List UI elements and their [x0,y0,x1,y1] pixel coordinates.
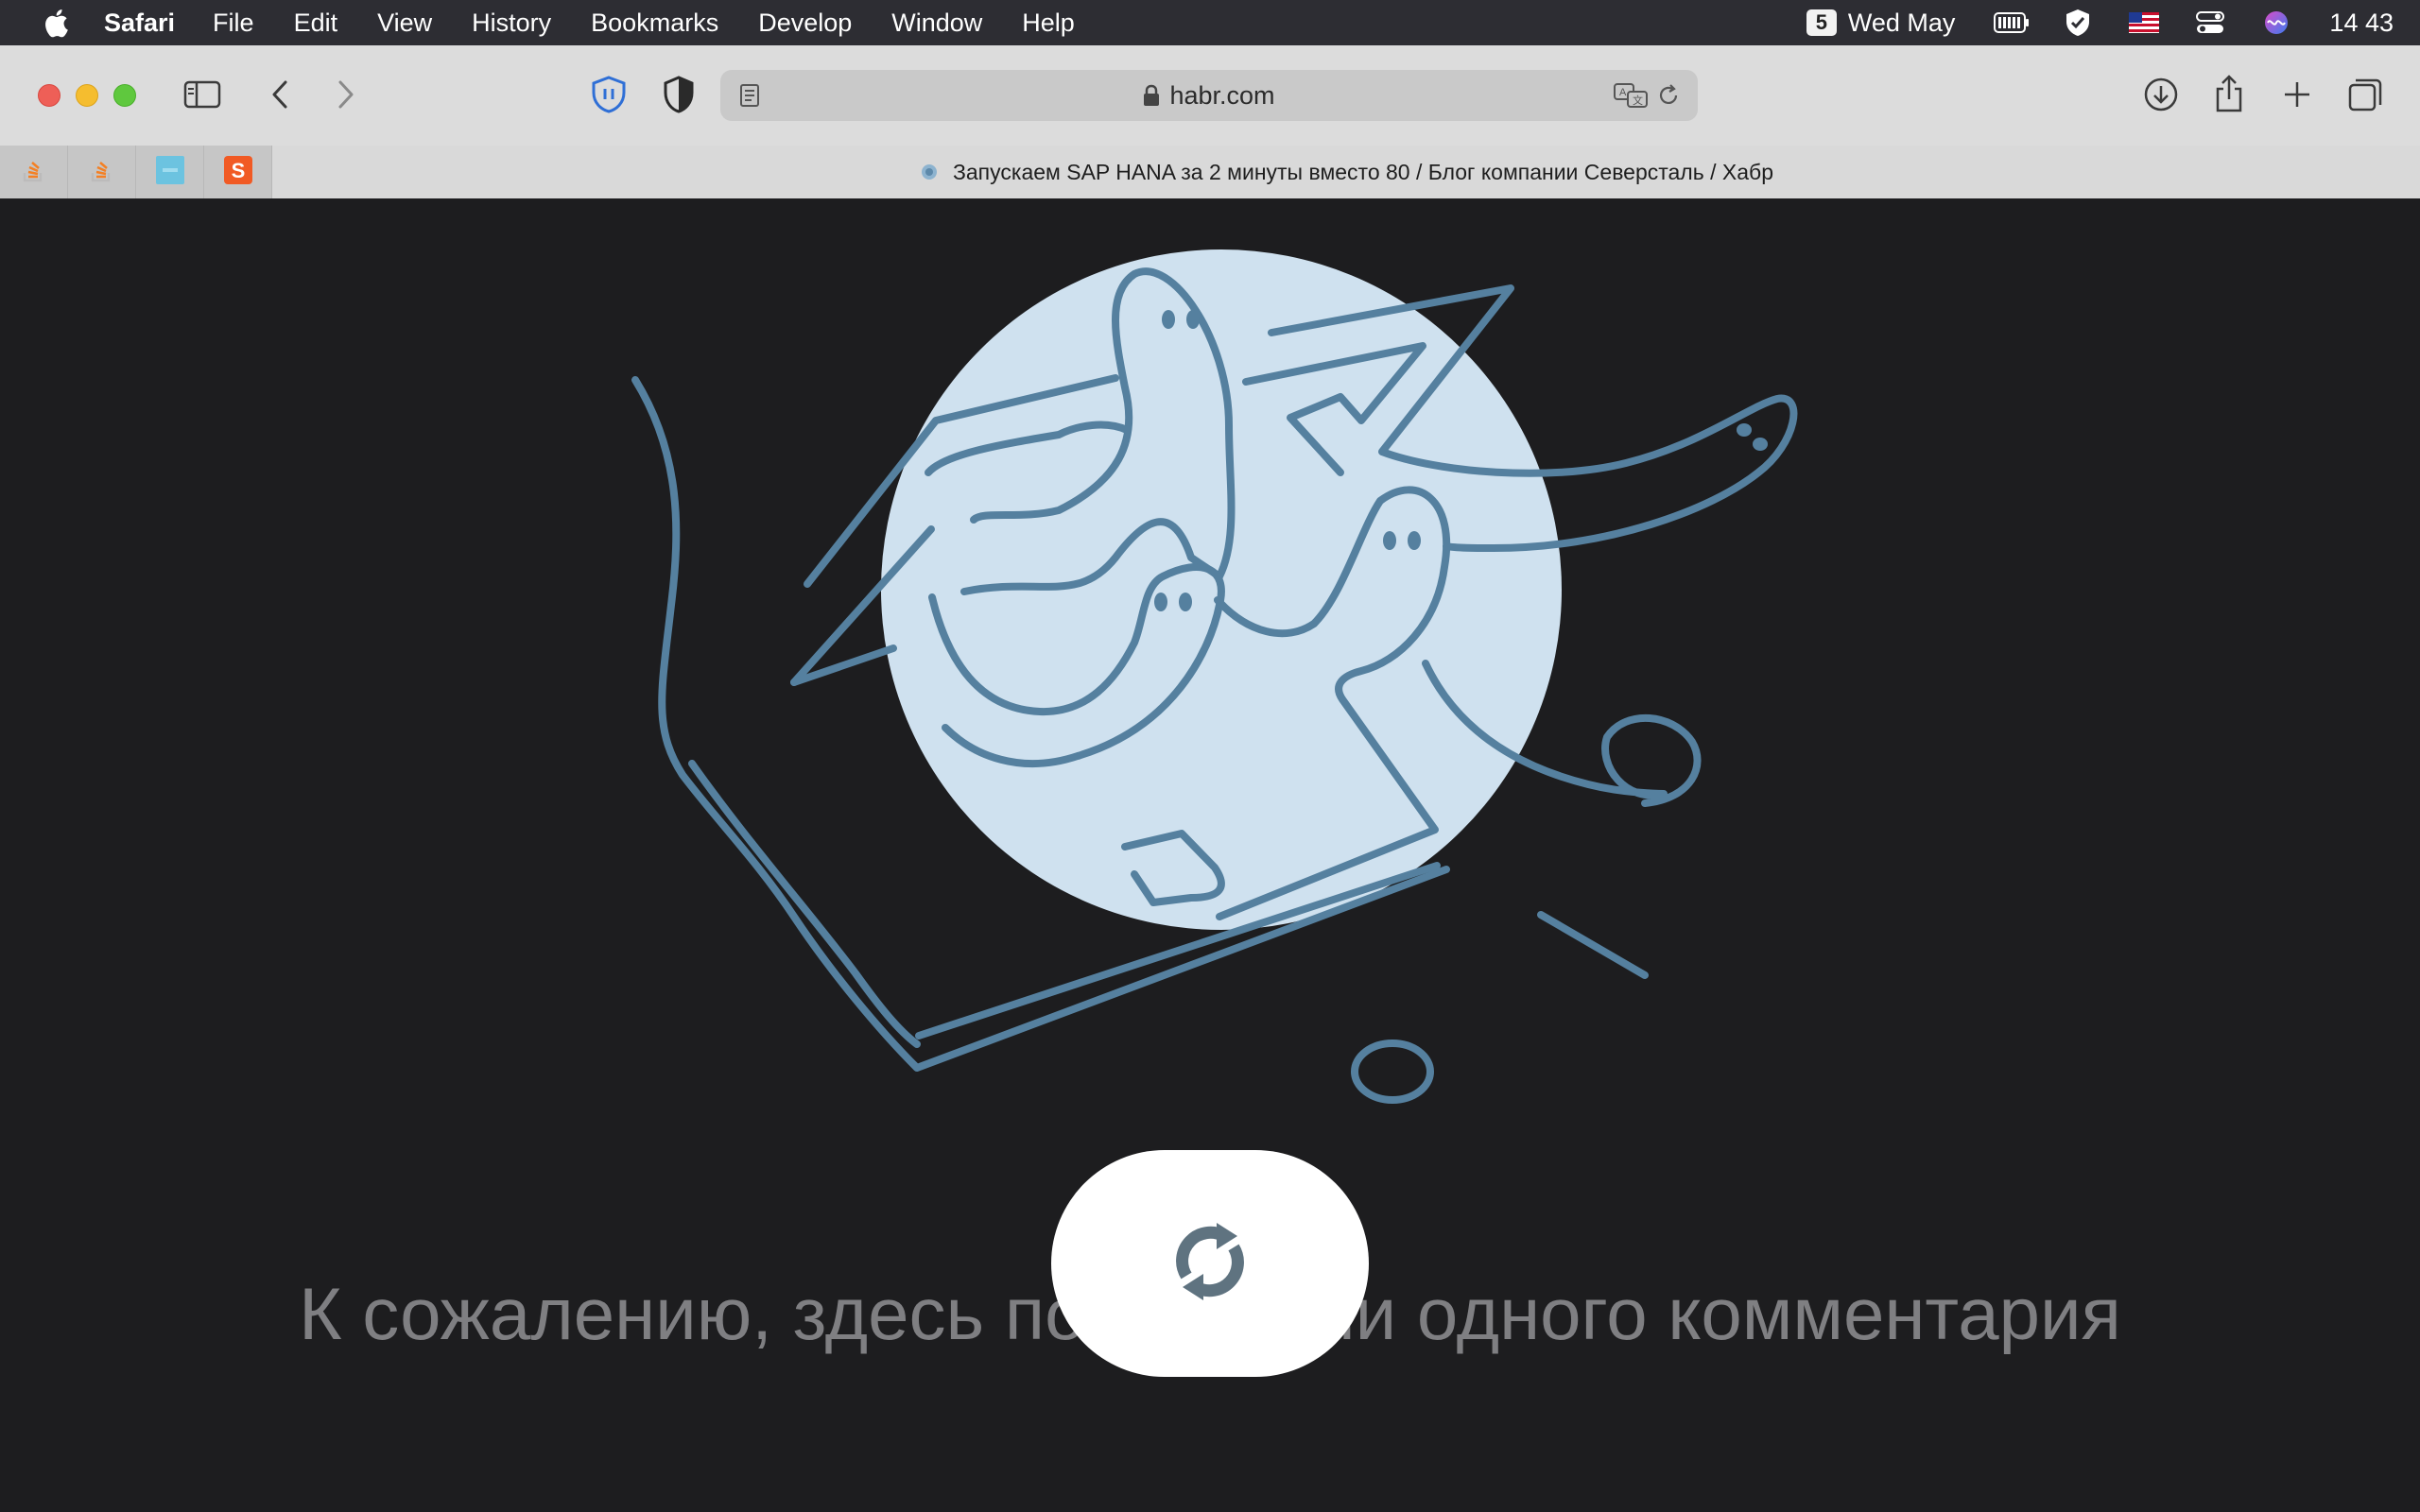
window-maximize-button[interactable] [113,84,136,107]
download-icon[interactable] [2140,74,2182,115]
forward-icon[interactable] [329,76,363,113]
new-tab-icon[interactable] [2276,74,2318,115]
illustration-eye [1753,438,1768,451]
stackoverflow-icon [22,157,46,188]
pinned-tab-orange-s[interactable]: S [204,146,272,198]
tab-bar: S Запускаем SAP HANA за 2 минуты вместо … [0,146,2420,198]
back-icon[interactable] [263,76,297,113]
menubar-clock[interactable]: 14 43 [2329,9,2394,38]
menu-history[interactable]: History [472,9,551,38]
menu-bookmarks[interactable]: Bookmarks [591,9,718,38]
lock-icon [1143,84,1160,107]
pinned-tab-blue[interactable] [136,146,204,198]
reload-comments-button[interactable] [1051,1150,1369,1377]
menu-bar: Safari File Edit View History Bookmarks … [0,0,2420,45]
active-tab[interactable]: Запускаем SAP HANA за 2 минуты вместо 80… [272,146,2420,198]
illustration-eye [1383,531,1396,550]
illustration-eye [1186,310,1200,329]
url-text: habr.com [1169,80,1275,110]
half-shield-icon[interactable] [658,74,700,115]
pinned-tab-stackoverflow-2[interactable] [68,146,136,198]
menu-help[interactable]: Help [1022,9,1075,38]
svg-text:文: 文 [1633,94,1643,107]
address-url[interactable]: habr.com [720,70,1698,121]
illustration-eye [1179,593,1192,611]
sidebar-icon[interactable] [182,76,223,113]
us-flag-icon[interactable] [2125,8,2163,38]
habr-favicon-icon [919,162,940,182]
calendar-date-text[interactable]: Wed May [1848,9,1956,38]
blue-tile-icon [155,155,184,189]
stackoverflow-icon [90,157,114,188]
illustration-eye [1154,593,1167,611]
menu-file[interactable]: File [213,9,254,38]
illustration-eye [1737,423,1752,437]
battery-icon[interactable] [1993,8,2031,38]
orange-s-icon: S [223,155,252,189]
share-icon[interactable] [2208,72,2250,115]
tab-overview-icon[interactable] [2344,74,2386,115]
calendar-date-badge[interactable]: 5 [1806,9,1837,36]
checkmark-shield-icon[interactable] [2059,8,2097,38]
illustration-eye [1408,531,1421,550]
browser-toolbar: habr.com A 文 [0,45,2420,146]
pinned-tab-stackoverflow-1[interactable] [0,146,68,198]
window-minimize-button[interactable] [76,84,98,107]
menu-edit[interactable]: Edit [294,9,338,38]
menu-view[interactable]: View [377,9,432,38]
reload-icon[interactable] [1654,81,1683,110]
apple-logo-icon[interactable] [38,4,76,42]
control-center-icon[interactable] [2191,8,2229,38]
page-content: К сожалению, здесь пока нет ни одного ко… [0,198,2420,1512]
illustration-dash [1537,911,1649,979]
window-close-button[interactable] [38,84,60,107]
refresh-icon [1158,1210,1262,1318]
menu-window[interactable]: Window [891,9,982,38]
translate-icon[interactable]: A 文 [1613,81,1651,110]
svg-text:A: A [1619,87,1627,98]
illustration-ellipse [1351,1040,1434,1104]
active-tab-title: Запускаем SAP HANA за 2 минуты вместо 80… [953,159,1773,184]
illustration-laptop-line-2 [688,760,921,1048]
svg-text:S: S [231,159,245,182]
illustration-eye [1162,310,1175,329]
privacy-shield-icon[interactable] [588,74,630,115]
siri-icon[interactable] [2257,8,2295,38]
menu-app-name[interactable]: Safari [104,9,175,38]
menu-develop[interactable]: Develop [758,9,852,38]
address-bar[interactable]: habr.com A 文 [720,70,1698,121]
